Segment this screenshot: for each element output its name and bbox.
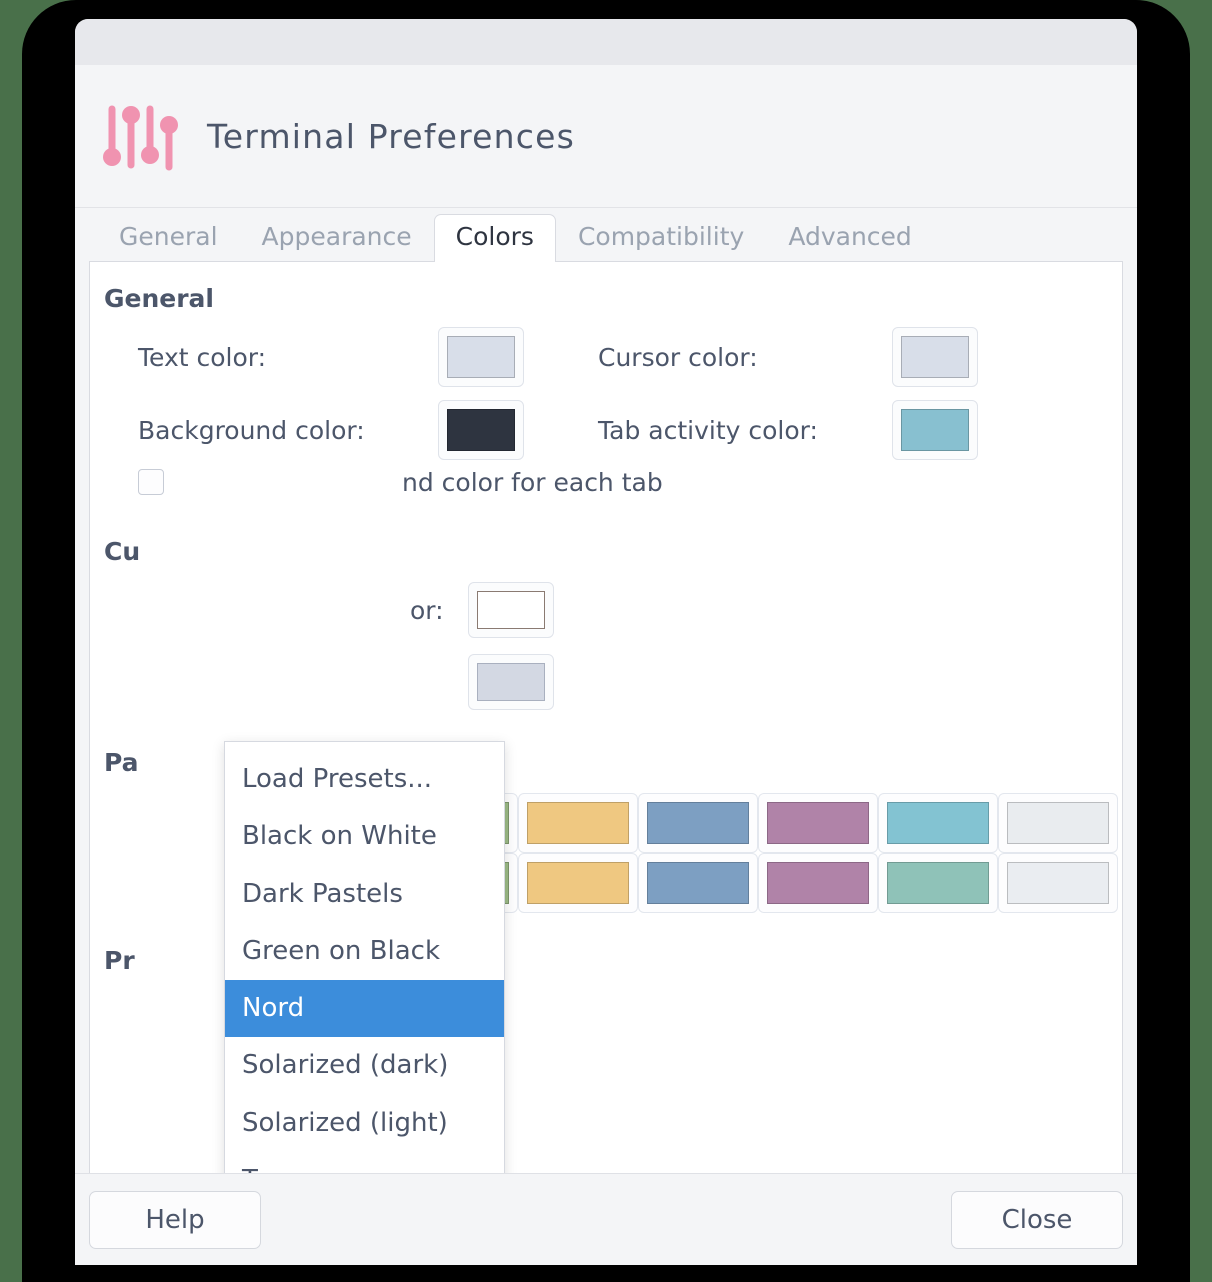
palette-cell-fill — [647, 862, 749, 904]
background-color-label: Background color: — [138, 416, 365, 445]
palette-cell[interactable] — [998, 853, 1118, 913]
dialog-header: Terminal Preferences — [75, 65, 1137, 208]
tab-bar: General Appearance Colors Compatibility … — [75, 208, 1137, 262]
page-title: Terminal Preferences — [207, 116, 576, 156]
palette-cell[interactable] — [758, 793, 878, 853]
menu-item-dark-pastels[interactable]: Dark Pastels — [225, 866, 504, 923]
menu-item-solarized-light[interactable]: Solarized (light) — [225, 1095, 504, 1152]
dialog-footer: Help Close — [75, 1173, 1137, 1265]
palette-cell-fill — [527, 802, 629, 844]
background-color-swatch-fill — [447, 409, 515, 451]
palette-cell-fill — [1007, 802, 1109, 844]
tab-colors[interactable]: Colors — [433, 214, 556, 262]
help-button[interactable]: Help — [89, 1190, 261, 1249]
palette-cell[interactable] — [878, 793, 998, 853]
palette-cell-fill — [767, 802, 869, 844]
custom-color-swatch-2-fill — [477, 663, 545, 701]
close-button[interactable]: Close — [951, 1190, 1123, 1249]
tab-activity-color-swatch-fill — [901, 409, 969, 451]
tab-activity-color-label: Tab activity color: — [598, 416, 818, 445]
palette-cell[interactable] — [518, 793, 638, 853]
menu-item-nord[interactable]: Nord — [225, 980, 504, 1038]
preferences-window: Terminal Preferences General Appearance … — [75, 19, 1137, 1265]
sliders-icon — [97, 93, 183, 179]
tab-appearance[interactable]: Appearance — [240, 214, 434, 261]
palette-cell[interactable] — [638, 853, 758, 913]
preset-dropdown-menu: Load Presets... Black on White Dark Past… — [224, 741, 505, 1173]
custom-colors-section-heading: Cu — [104, 537, 141, 566]
palette-cell-fill — [767, 862, 869, 904]
custom-color-swatch-1-fill — [477, 591, 545, 629]
palette-cell-fill — [527, 862, 629, 904]
cursor-color-swatch[interactable] — [892, 327, 978, 387]
colors-tab-panel: General Text color: Cursor color: Backgr… — [89, 261, 1123, 1173]
palette-cell-fill — [1007, 862, 1109, 904]
palette-cell[interactable] — [758, 853, 878, 913]
tab-general[interactable]: General — [97, 214, 240, 261]
custom-color-swatch-2[interactable] — [468, 654, 554, 710]
cursor-color-label: Cursor color: — [598, 343, 758, 372]
window-titlebar[interactable] — [75, 19, 1137, 65]
custom-color-swatch-1[interactable] — [468, 582, 554, 638]
palette-cell-fill — [887, 802, 989, 844]
text-color-swatch[interactable] — [438, 327, 524, 387]
presets-section-heading: Pr — [104, 946, 135, 975]
menu-item-green-on-black[interactable]: Green on Black — [225, 923, 504, 980]
palette-cell[interactable] — [638, 793, 758, 853]
text-color-label: Text color: — [138, 343, 267, 372]
background-color-swatch[interactable] — [438, 400, 524, 460]
text-color-swatch-fill — [447, 336, 515, 378]
random-tab-background-checkbox[interactable] — [138, 469, 164, 495]
custom-color-label: or: — [410, 596, 444, 625]
menu-item-solarized-dark[interactable]: Solarized (dark) — [225, 1037, 504, 1094]
tab-advanced[interactable]: Advanced — [766, 214, 934, 261]
palette-cell[interactable] — [518, 853, 638, 913]
tab-activity-color-swatch[interactable] — [892, 400, 978, 460]
menu-item-load-presets[interactable]: Load Presets... — [225, 751, 504, 808]
palette-cell-fill — [887, 862, 989, 904]
desktop-background: Terminal Preferences General Appearance … — [0, 0, 1212, 1282]
tab-compatibility[interactable]: Compatibility — [556, 214, 766, 261]
general-section-heading: General — [104, 284, 214, 313]
palette-cell[interactable] — [998, 793, 1118, 853]
palette-cell[interactable] — [878, 853, 998, 913]
random-tab-background-label: nd color for each tab — [402, 468, 663, 497]
menu-item-black-on-white[interactable]: Black on White — [225, 808, 504, 865]
cursor-color-swatch-fill — [901, 336, 969, 378]
palette-section-heading: Pa — [104, 748, 139, 777]
palette-cell-fill — [647, 802, 749, 844]
menu-item-tango[interactable]: Tango — [225, 1152, 504, 1173]
